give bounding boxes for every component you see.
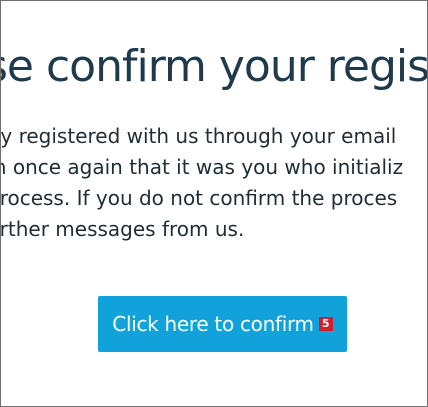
message-line: process. If you do not confirm the proce…	[0, 186, 398, 210]
notification-badge-icon: 5	[318, 316, 333, 331]
message-line: tly registered with us through your emai…	[0, 124, 397, 148]
email-content-frame: se confirm your registr tly registered w…	[0, 0, 428, 407]
message-line: m once again that it was you who initial…	[0, 155, 404, 179]
message-body: tly registered with us through your emai…	[0, 121, 404, 245]
confirm-button-label: Click here to confirm	[112, 312, 314, 336]
page-title: se confirm your registr	[1, 41, 428, 92]
confirm-registration-button[interactable]: Click here to confirm 5	[98, 296, 347, 352]
message-line: urther messages from us.	[0, 217, 245, 241]
